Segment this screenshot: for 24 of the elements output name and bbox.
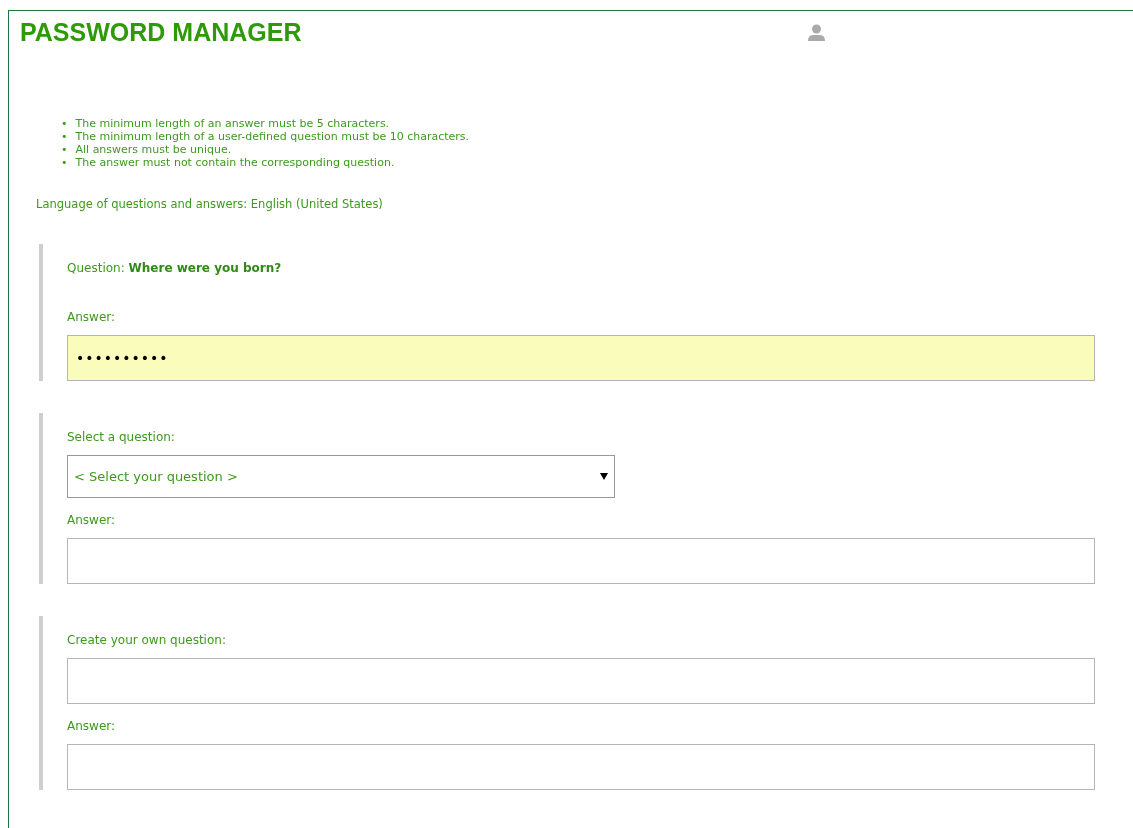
user-icon[interactable] [808, 24, 825, 42]
field-label: Answer: [67, 719, 116, 733]
bullet-mark: • [61, 117, 68, 130]
rule-text: All answers must be unique. [75, 143, 232, 156]
input-field[interactable]: •••••••••• [67, 335, 1095, 381]
bullet-mark: • [61, 156, 68, 169]
language-text: Language of questions and answers: English (United States) [36, 196, 384, 212]
bullet-mark: • [61, 130, 68, 143]
bullet-mark: • [61, 143, 68, 156]
rule-text: The minimum length of a user-defined question must be 10 characters. [75, 130, 470, 143]
question-label: Question: [67, 261, 125, 275]
field-label: Select a question: [67, 430, 175, 444]
field-label: Answer: [67, 513, 116, 527]
field-label: Create your own question: [67, 633, 226, 647]
question-text: Where were you born? [128, 261, 282, 275]
rule-text: The minimum length of an answer must be 5 characters. [75, 117, 390, 130]
field-label: Answer: [67, 310, 116, 324]
rule-text: The answer must not contain the corresponding question. [75, 156, 395, 169]
question-dropdown[interactable]: < Select your question > [67, 455, 615, 498]
app-title: PASSWORD MANAGER [20, 17, 303, 47]
caret-icon [600, 473, 608, 480]
input-field[interactable] [67, 744, 1095, 790]
input-field[interactable] [67, 538, 1095, 584]
input-field[interactable] [67, 658, 1095, 704]
